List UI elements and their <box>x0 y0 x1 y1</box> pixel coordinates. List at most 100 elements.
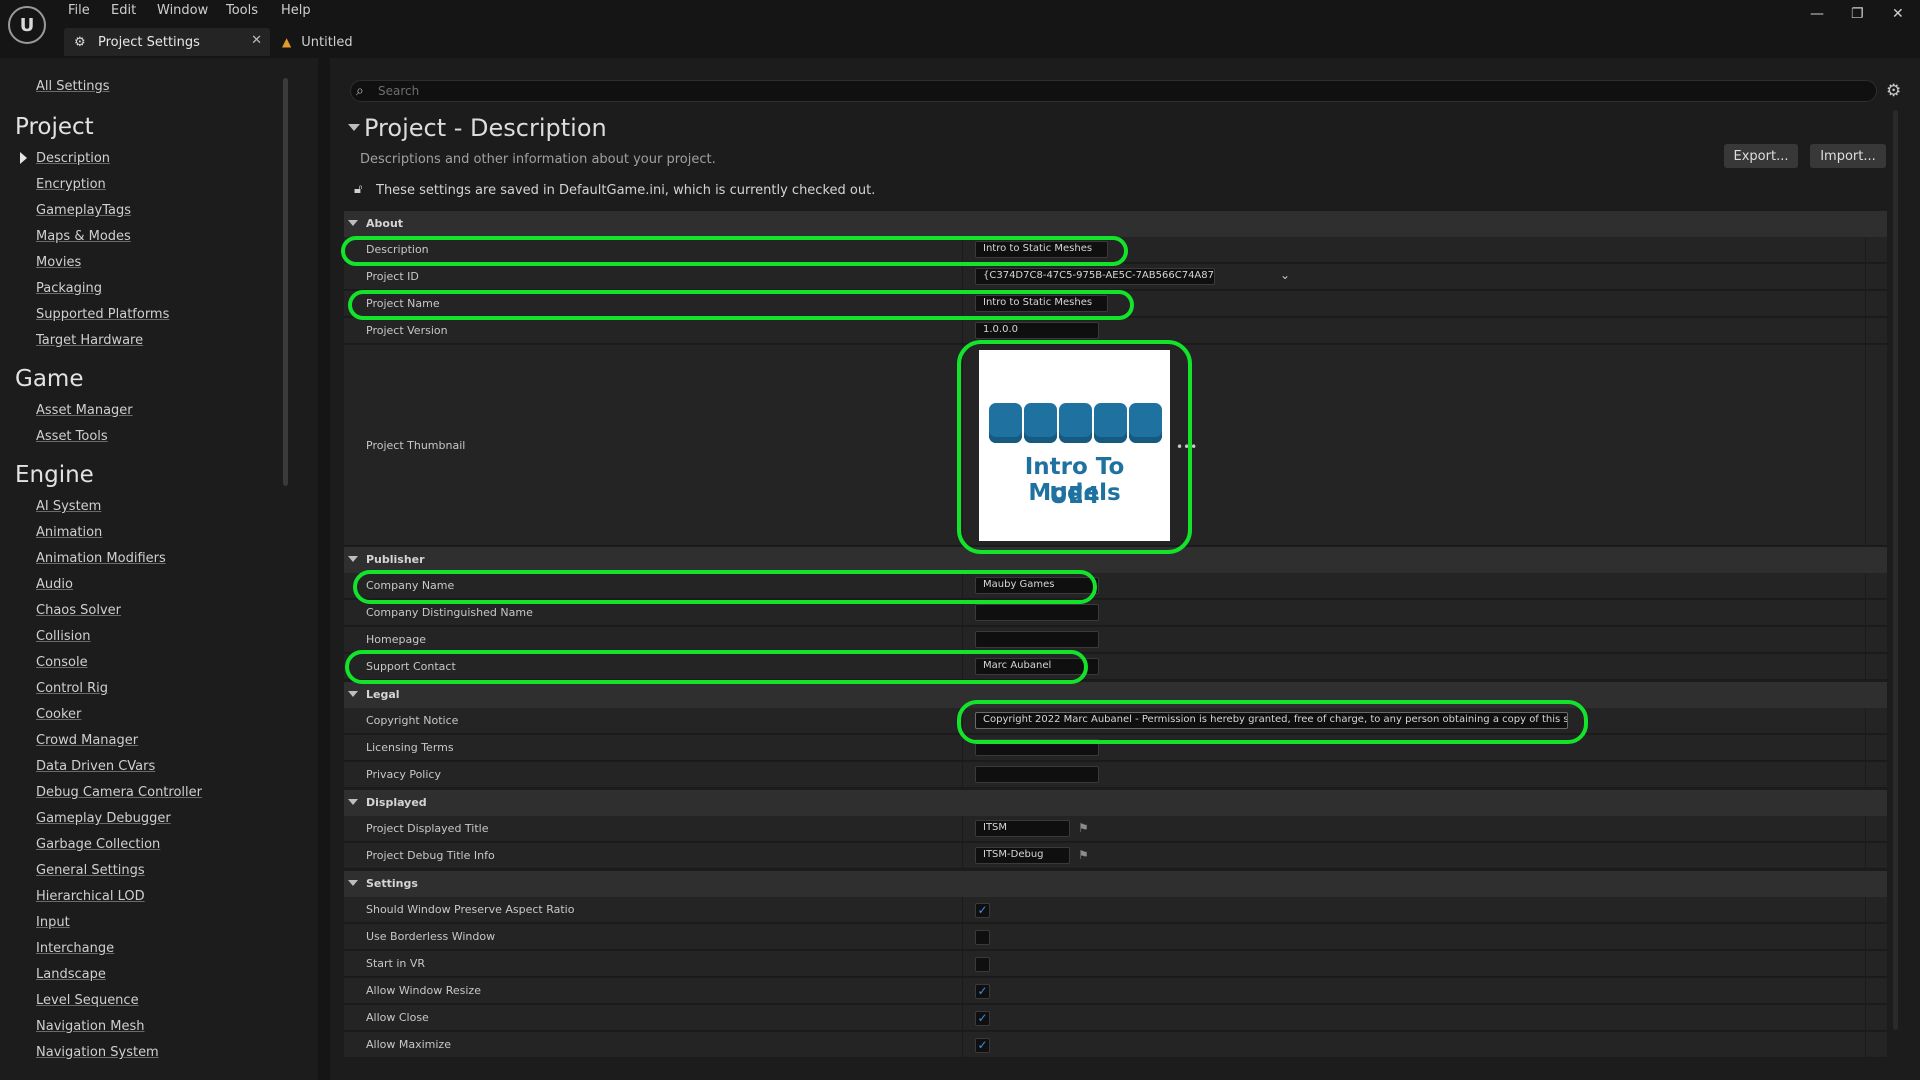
sidebar-item-navigation-mesh[interactable]: Navigation Mesh <box>36 1019 144 1034</box>
sidebar-item-asset-manager[interactable]: Asset Manager <box>36 403 133 418</box>
details-scrollbar[interactable] <box>1893 110 1898 1030</box>
unreal-logo-icon[interactable]: U <box>8 6 46 44</box>
tab-untitled[interactable]: ▲ Untitled <box>282 28 353 56</box>
tab-project-settings[interactable]: ⚙ Project Settings ✕ <box>64 28 270 56</box>
company-dn-field[interactable] <box>975 604 1099 621</box>
page-title: Project - Description <box>364 114 607 142</box>
property-label: Project Version <box>366 324 448 337</box>
property-label: Description <box>366 243 429 256</box>
sidebar-item-collision[interactable]: Collision <box>36 629 90 644</box>
sidebar-all-settings[interactable]: All Settings <box>36 79 110 94</box>
search-icon: ⌕ <box>356 83 364 99</box>
sidebar-item-garbage-collection[interactable]: Garbage Collection <box>36 837 160 852</box>
start-in-vr-checkbox[interactable] <box>975 957 990 972</box>
flag-icon[interactable]: ⚑ <box>1078 848 1089 862</box>
borderless-window-checkbox[interactable] <box>975 930 990 945</box>
debug-title-field[interactable]: ITSM-Debug <box>975 847 1070 864</box>
sidebar-item-audio[interactable]: Audio <box>36 577 73 592</box>
allow-resize-checkbox[interactable]: ✓ <box>975 984 990 999</box>
more-options-icon[interactable]: ••• <box>1176 440 1197 454</box>
property-row-allow-maximize: Allow Maximize ✓ <box>344 1032 1887 1058</box>
sidebar-item-description[interactable]: Description <box>36 151 110 166</box>
sidebar-item-packaging[interactable]: Packaging <box>36 281 102 296</box>
level-icon: ▲ <box>282 35 292 49</box>
menu-tools[interactable]: Tools <box>226 3 258 18</box>
property-row-displayed-title: Project Displayed Title ITSM ⚑ <box>344 816 1887 842</box>
property-row-borderless-window: Use Borderless Window <box>344 924 1887 950</box>
settings-tab-icon: ⚙ <box>74 35 86 50</box>
sidebar-item-ai-system[interactable]: AI System <box>36 499 101 514</box>
property-row-company-distinguished-name: Company Distinguished Name <box>344 600 1887 626</box>
preserve-aspect-checkbox[interactable]: ✓ <box>975 903 990 918</box>
property-label: Project Name <box>366 297 440 310</box>
section-legal[interactable]: Legal <box>344 682 1887 708</box>
minimize-icon[interactable]: — <box>1810 6 1824 22</box>
chevron-down-icon[interactable]: ⌄ <box>1280 268 1290 282</box>
privacy-policy-field[interactable] <box>975 766 1099 783</box>
section-about[interactable]: About <box>344 211 1887 237</box>
sidebar-item-animation[interactable]: Animation <box>36 525 102 540</box>
sidebar-item-asset-tools[interactable]: Asset Tools <box>36 429 108 444</box>
sidebar-item-supported-platforms[interactable]: Supported Platforms <box>36 307 169 322</box>
company-name-field[interactable]: Mauby Games <box>975 577 1099 594</box>
sidebar-item-chaos-solver[interactable]: Chaos Solver <box>36 603 121 618</box>
close-tab-icon[interactable]: ✕ <box>251 33 262 48</box>
property-label: Should Window Preserve Aspect Ratio <box>366 903 575 916</box>
property-label: Project Debug Title Info <box>366 849 495 862</box>
sidebar-item-gameplay-debugger[interactable]: Gameplay Debugger <box>36 811 171 826</box>
sidebar-item-input[interactable]: Input <box>36 915 70 930</box>
allow-maximize-checkbox[interactable]: ✓ <box>975 1038 990 1053</box>
licensing-terms-field[interactable] <box>975 739 1099 756</box>
sidebar-item-encryption[interactable]: Encryption <box>36 177 106 192</box>
flag-icon[interactable]: ⚑ <box>1078 821 1089 835</box>
menu-file[interactable]: File <box>68 3 90 18</box>
sidebar-item-data-driven-cvars[interactable]: Data Driven CVars <box>36 759 155 774</box>
sidebar-item-level-sequence[interactable]: Level Sequence <box>36 993 139 1008</box>
project-name-field[interactable]: Intro to Static Meshes <box>975 295 1108 312</box>
support-contact-field[interactable]: Marc Aubanel <box>975 658 1099 675</box>
sidebar-item-cooker[interactable]: Cooker <box>36 707 81 722</box>
menu-edit[interactable]: Edit <box>111 3 136 18</box>
export-button[interactable]: Export... <box>1724 144 1798 168</box>
sidebar-item-control-rig[interactable]: Control Rig <box>36 681 108 696</box>
sidebar-item-landscape[interactable]: Landscape <box>36 967 106 982</box>
sidebar-item-movies[interactable]: Movies <box>36 255 81 270</box>
section-settings[interactable]: Settings <box>344 871 1887 897</box>
sidebar-item-gameplaytags[interactable]: GameplayTags <box>36 203 131 218</box>
sidebar-item-navigation-system[interactable]: Navigation System <box>36 1045 159 1060</box>
close-window-icon[interactable]: ✕ <box>1892 6 1904 22</box>
sidebar-item-hierarchical-lod[interactable]: Hierarchical LOD <box>36 889 145 904</box>
property-row-licensing-terms: Licensing Terms <box>344 735 1887 761</box>
project-version-field[interactable]: 1.0.0.0 <box>975 322 1099 339</box>
sidebar-item-interchange[interactable]: Interchange <box>36 941 114 956</box>
section-label: About <box>366 217 404 230</box>
sidebar-item-console[interactable]: Console <box>36 655 88 670</box>
displayed-title-field[interactable]: ITSM <box>975 820 1070 837</box>
sidebar-scrollbar[interactable] <box>283 78 288 486</box>
sidebar-item-crowd-manager[interactable]: Crowd Manager <box>36 733 138 748</box>
section-publisher[interactable]: Publisher <box>344 547 1887 573</box>
property-row-homepage: Homepage <box>344 627 1887 653</box>
property-row-project-name: Project Name Intro to Static Meshes <box>344 291 1887 317</box>
menu-window[interactable]: Window <box>157 3 208 18</box>
import-button[interactable]: Import... <box>1810 144 1886 168</box>
sidebar-item-animation-modifiers[interactable]: Animation Modifiers <box>36 551 166 566</box>
description-field[interactable]: Intro to Static Meshes <box>975 241 1108 258</box>
sidebar-item-debug-camera-controller[interactable]: Debug Camera Controller <box>36 785 202 800</box>
search-input[interactable] <box>376 80 1780 102</box>
sidebar-item-target-hardware[interactable]: Target Hardware <box>36 333 143 348</box>
property-label: Use Borderless Window <box>366 930 496 943</box>
property-row-copyright-notice: Copyright Notice Copyright 2022 Marc Aub… <box>344 708 1887 734</box>
menu-help[interactable]: Help <box>281 3 311 18</box>
project-id-field[interactable]: {C374D7C8-47C5-975B-AE5C-7AB566C74A87} <box>975 268 1215 285</box>
copyright-notice-field[interactable]: Copyright 2022 Marc Aubanel - Permission… <box>975 712 1568 729</box>
section-label: Settings <box>366 877 418 890</box>
gear-icon[interactable]: ⚙ <box>1886 81 1901 101</box>
allow-close-checkbox[interactable]: ✓ <box>975 1011 990 1026</box>
section-displayed[interactable]: Displayed <box>344 790 1887 816</box>
homepage-field[interactable] <box>975 631 1099 648</box>
sidebar-item-maps-modes[interactable]: Maps & Modes <box>36 229 131 244</box>
restore-icon[interactable]: ❐ <box>1851 6 1864 22</box>
collapse-arrow-icon[interactable] <box>348 124 360 131</box>
sidebar-item-general-settings[interactable]: General Settings <box>36 863 145 878</box>
